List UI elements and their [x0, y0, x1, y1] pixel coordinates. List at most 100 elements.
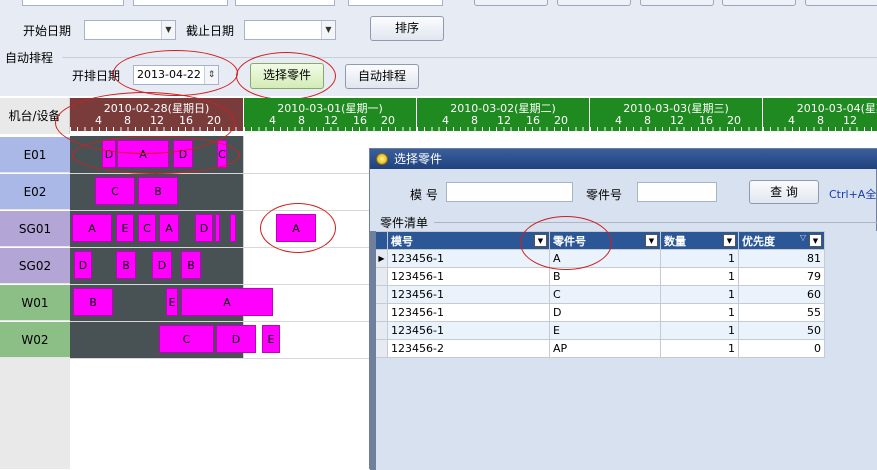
task-bar[interactable]: A — [72, 214, 112, 242]
task-bar[interactable]: E — [116, 214, 134, 242]
task-bar[interactable]: B — [73, 288, 113, 316]
top-input-1[interactable] — [22, 0, 124, 6]
cell-part[interactable]: D — [549, 303, 661, 322]
query-button[interactable]: 查 询 — [749, 180, 819, 204]
mold-number-input[interactable] — [446, 182, 573, 202]
machine-row-sg02[interactable]: SG02 — [0, 248, 70, 284]
task-bar[interactable]: D — [216, 325, 256, 353]
cell-part[interactable]: E — [549, 321, 661, 340]
dialog-title[interactable]: 选择零件 — [370, 149, 877, 169]
top-button-2[interactable] — [557, 0, 631, 6]
tick-label: 16 — [699, 114, 713, 127]
machine-row-e02[interactable]: E02 — [0, 174, 70, 210]
cell-qty[interactable]: 1 — [660, 267, 739, 286]
tick-label: 12 — [670, 114, 684, 127]
task-bar[interactable]: B — [138, 177, 178, 205]
task-bar[interactable] — [215, 214, 220, 242]
machine-row-e01[interactable]: E01 — [0, 137, 70, 173]
chevron-down-icon[interactable]: ▼ — [161, 21, 175, 39]
column-header-priority[interactable]: 优先度 ▽ ▼ — [738, 231, 825, 250]
cell-qty[interactable]: 1 — [660, 339, 739, 358]
tick-label: 20 — [727, 114, 741, 127]
table-row[interactable]: 123456-1 C 1 60 — [375, 285, 825, 304]
tick-label: 12 — [843, 114, 857, 127]
row-indicator — [375, 339, 388, 358]
top-button-5[interactable] — [805, 0, 877, 6]
cell-mold[interactable]: 123456-1 — [387, 303, 550, 322]
cell-priority[interactable]: 0 — [738, 339, 825, 358]
annotation-circle-date — [113, 50, 238, 96]
cell-priority[interactable]: 50 — [738, 321, 825, 340]
cell-qty[interactable]: 1 — [660, 249, 739, 268]
task-bar[interactable]: E — [166, 288, 178, 316]
top-input-3[interactable] — [235, 0, 335, 6]
cell-priority[interactable]: 55 — [738, 303, 825, 322]
table-row[interactable]: 123456-1 B 1 79 — [375, 267, 825, 286]
table-row[interactable]: 123456-2 AP 1 0 — [375, 339, 825, 358]
cell-mold[interactable]: 123456-1 — [387, 285, 550, 304]
machine-row-w02[interactable]: W02 — [0, 322, 70, 358]
top-button-3[interactable] — [640, 0, 714, 6]
top-button-1[interactable] — [474, 0, 548, 6]
task-bar[interactable] — [230, 214, 236, 242]
table-row[interactable]: 123456-1 D 1 55 — [375, 303, 825, 322]
cell-qty[interactable]: 1 — [660, 321, 739, 340]
tick-label: 4 — [269, 114, 276, 127]
filter-dropdown-icon[interactable]: ▼ — [723, 234, 736, 247]
select-all-hint: Ctrl+A全选 — [829, 188, 877, 201]
machine-row-sg01[interactable]: SG01 — [0, 211, 70, 247]
start-date-label: 开始日期 — [23, 24, 72, 38]
dialog-left-edge — [370, 231, 376, 470]
start-date-combo[interactable]: ▼ — [84, 20, 176, 40]
annotation-circle-e01-tasks — [72, 136, 240, 174]
cell-mold[interactable]: 123456-2 — [387, 339, 550, 358]
sort-button[interactable]: 排序 — [370, 16, 444, 41]
filter-dropdown-icon[interactable]: ▼ — [809, 234, 822, 247]
task-bar[interactable]: C — [159, 325, 214, 353]
cell-mold[interactable]: 123456-1 — [387, 321, 550, 340]
column-label: 模号 — [391, 234, 413, 248]
part-number-input[interactable] — [637, 182, 717, 202]
table-row[interactable]: 123456-1 E 1 50 — [375, 321, 825, 340]
cell-part[interactable]: B — [549, 267, 661, 286]
task-bar[interactable]: C — [138, 214, 156, 242]
task-bar[interactable]: B — [116, 251, 136, 279]
cell-priority[interactable]: 81 — [738, 249, 825, 268]
cell-part[interactable]: AP — [549, 339, 661, 358]
cell-priority[interactable]: 79 — [738, 267, 825, 286]
chevron-down-icon[interactable]: ▼ — [321, 21, 335, 39]
cell-part[interactable]: C — [549, 285, 661, 304]
auto-schedule-button[interactable]: 自动排程 — [345, 64, 419, 89]
task-bar[interactable]: B — [181, 251, 201, 279]
day-header-1: 2010-03-01(星期一) 4 8 12 16 20 — [243, 98, 416, 132]
mold-number-label: 模 号 — [410, 188, 438, 202]
column-header-qty[interactable]: 数量 ▼ — [660, 231, 739, 250]
task-bar[interactable]: A — [159, 214, 179, 242]
row-indicator — [375, 267, 388, 286]
top-input-4[interactable] — [348, 0, 443, 6]
machine-row-w01[interactable]: W01 — [0, 285, 70, 321]
hour-tick-line — [244, 127, 416, 132]
day-header-4: 2010-03-04(星期四) 4 8 12 — [762, 98, 877, 132]
task-bar[interactable]: E — [262, 325, 280, 353]
tick-label: 20 — [554, 114, 568, 127]
filter-dropdown-icon[interactable]: ▼ — [645, 234, 658, 247]
tick-label: 12 — [497, 114, 511, 127]
task-bar[interactable]: D — [152, 251, 172, 279]
cell-mold[interactable]: 123456-1 — [387, 267, 550, 286]
tick-label: 20 — [381, 114, 395, 127]
task-bar[interactable]: D — [195, 214, 213, 242]
cell-priority[interactable]: 60 — [738, 285, 825, 304]
task-bar[interactable]: A — [181, 288, 273, 316]
day-header-2: 2010-03-02(星期二) 4 8 12 16 20 — [416, 98, 589, 132]
task-bar[interactable]: D — [74, 251, 92, 279]
tick-label: 12 — [324, 114, 338, 127]
task-bar[interactable]: C — [95, 177, 135, 205]
top-input-2[interactable] — [133, 0, 228, 6]
tick-label: 4 — [615, 114, 622, 127]
sort-desc-icon: ▽ — [799, 233, 806, 242]
top-button-4[interactable] — [722, 0, 796, 6]
cell-qty[interactable]: 1 — [660, 285, 739, 304]
cell-qty[interactable]: 1 — [660, 303, 739, 322]
end-date-combo[interactable]: ▼ — [244, 20, 336, 40]
